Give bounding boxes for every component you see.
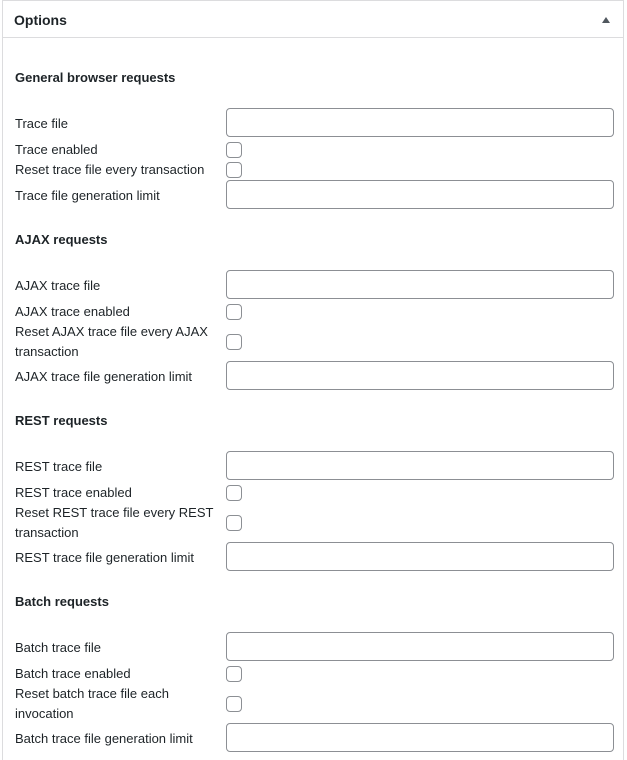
trace-limit-label: Trace file generation limit — [15, 188, 160, 203]
section-title-rest: REST requests — [15, 413, 108, 428]
batch-trace-enabled-checkbox[interactable] — [226, 666, 242, 682]
section-title-batch: Batch requests — [15, 594, 109, 609]
rest-trace-enabled-checkbox[interactable] — [226, 485, 242, 501]
rest-trace-file-input[interactable] — [226, 451, 614, 480]
trace-file-input[interactable] — [226, 108, 614, 137]
ajax-trace-file-label: AJAX trace file — [15, 278, 101, 293]
trace-enabled-label: Trace enabled — [15, 142, 98, 157]
triangle-up-icon[interactable] — [601, 15, 611, 25]
section-title-general: General browser requests — [15, 70, 176, 85]
batch-trace-file-input[interactable] — [226, 632, 614, 661]
rest-reset-trace-label: Reset REST trace file every REST transac… — [15, 505, 214, 540]
ajax-reset-trace-checkbox[interactable] — [226, 334, 242, 350]
ajax-trace-file-input[interactable] — [226, 270, 614, 299]
reset-trace-checkbox[interactable] — [226, 162, 242, 178]
rest-trace-limit-label: REST trace file generation limit — [15, 550, 194, 565]
ajax-trace-enabled-checkbox[interactable] — [226, 304, 242, 320]
rest-trace-file-label: REST trace file — [15, 459, 103, 474]
ajax-reset-trace-label: Reset AJAX trace file every AJAX transac… — [15, 324, 208, 359]
trace-file-label: Trace file — [15, 116, 68, 131]
batch-reset-trace-checkbox[interactable] — [226, 696, 242, 712]
rest-reset-trace-checkbox[interactable] — [226, 515, 242, 531]
batch-trace-file-label: Batch trace file — [15, 640, 101, 655]
rest-trace-enabled-label: REST trace enabled — [15, 485, 132, 500]
options-panel: Options General browser requests Trace f… — [2, 0, 624, 760]
ajax-trace-limit-input[interactable] — [226, 361, 614, 390]
batch-reset-trace-label: Reset batch trace file each invocation — [15, 686, 169, 721]
trace-enabled-checkbox[interactable] — [226, 142, 242, 158]
panel-header[interactable]: Options — [3, 1, 623, 38]
batch-trace-enabled-label: Batch trace enabled — [15, 666, 131, 681]
batch-trace-limit-label: Batch trace file generation limit — [15, 731, 193, 746]
ajax-trace-enabled-label: AJAX trace enabled — [15, 304, 130, 319]
ajax-trace-limit-label: AJAX trace file generation limit — [15, 369, 193, 384]
trace-limit-input[interactable] — [226, 180, 614, 209]
section-title-ajax: AJAX requests — [15, 232, 108, 247]
reset-trace-label: Reset trace file every transaction — [15, 162, 205, 177]
batch-trace-limit-input[interactable] — [226, 723, 614, 752]
rest-trace-limit-input[interactable] — [226, 542, 614, 571]
panel-title: Options — [14, 12, 67, 28]
